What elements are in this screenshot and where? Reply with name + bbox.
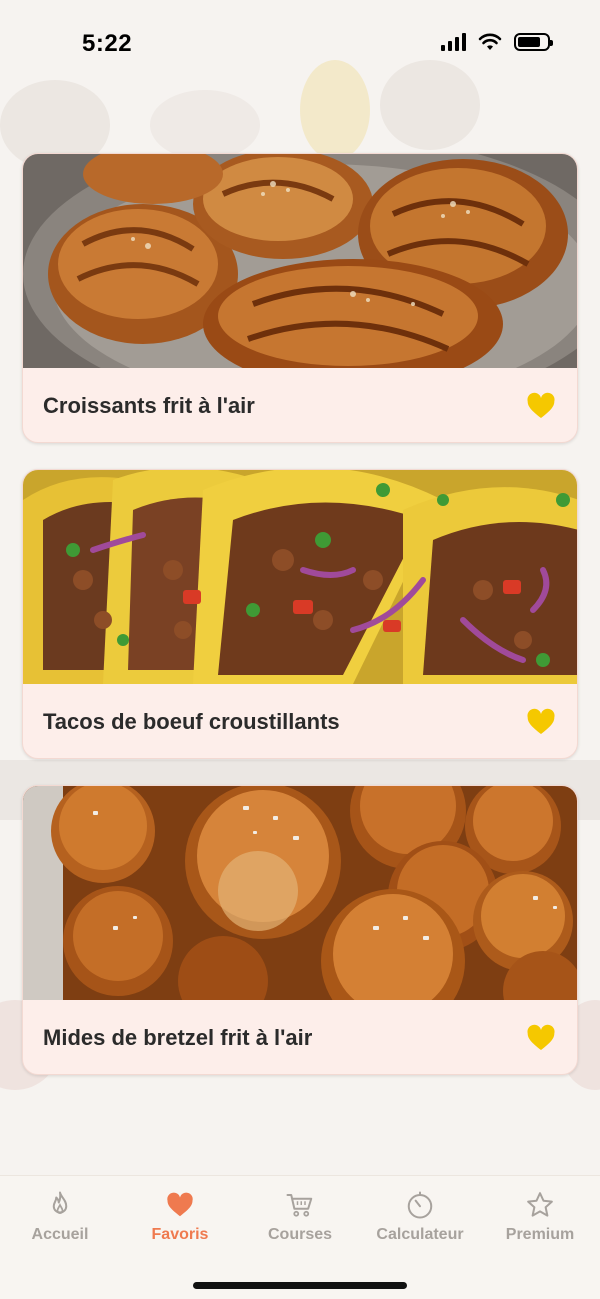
- tab-premium[interactable]: Premium: [480, 1176, 600, 1256]
- tab-label: Calculateur: [376, 1226, 464, 1243]
- favorite-heart-icon[interactable]: [525, 1022, 557, 1054]
- tab-label: Premium: [505, 1226, 575, 1243]
- favorite-heart-icon[interactable]: [525, 390, 557, 422]
- favorite-heart-icon[interactable]: [525, 706, 557, 738]
- flame-icon: [52, 1191, 68, 1214]
- status-bar: 5:22: [0, 0, 600, 90]
- recipe-card-footer: Mides de bretzel frit à l'air: [23, 1000, 577, 1074]
- pretzel-bites-image: [23, 786, 577, 1000]
- wifi-icon: [478, 33, 502, 50]
- croissants-image: [23, 154, 577, 368]
- cellular-signal-icon: [441, 33, 466, 51]
- timer-icon: [407, 1191, 433, 1219]
- tab-favoris[interactable]: Favoris: [120, 1176, 240, 1256]
- heart-icon: [167, 1192, 193, 1217]
- tab-accueil[interactable]: Accueil: [0, 1176, 120, 1256]
- tab-label: Accueil: [31, 1226, 89, 1243]
- recipe-title: Croissants frit à l'air: [43, 393, 255, 418]
- recipe-card[interactable]: Tacos de boeuf croustillants: [22, 469, 578, 759]
- cart-icon: [286, 1194, 313, 1217]
- recipe-card[interactable]: Mides de bretzel frit à l'air: [22, 785, 578, 1075]
- recipe-title: Tacos de boeuf croustillants: [43, 709, 340, 734]
- status-time: 5:22: [82, 30, 133, 57]
- battery-icon: [514, 33, 553, 51]
- tab-courses[interactable]: Courses: [240, 1176, 360, 1256]
- tab-calculateur[interactable]: Calculateur: [360, 1176, 480, 1256]
- home-indicator: [193, 1282, 407, 1289]
- star-icon: [527, 1192, 553, 1217]
- recipe-card-footer: Tacos de boeuf croustillants: [23, 684, 577, 758]
- tacos-image: [23, 470, 577, 684]
- favorites-list: Croissants frit à l'air Tacos de boeuf c…: [22, 153, 578, 1101]
- tab-label: Favoris: [151, 1226, 209, 1243]
- recipe-title: Mides de bretzel frit à l'air: [43, 1025, 313, 1050]
- tab-bar: Accueil Favoris Courses Calculateur Prem…: [0, 1175, 600, 1299]
- recipe-card-footer: Croissants frit à l'air: [23, 368, 577, 442]
- tab-label: Courses: [267, 1226, 333, 1243]
- recipe-card[interactable]: Croissants frit à l'air: [22, 153, 578, 443]
